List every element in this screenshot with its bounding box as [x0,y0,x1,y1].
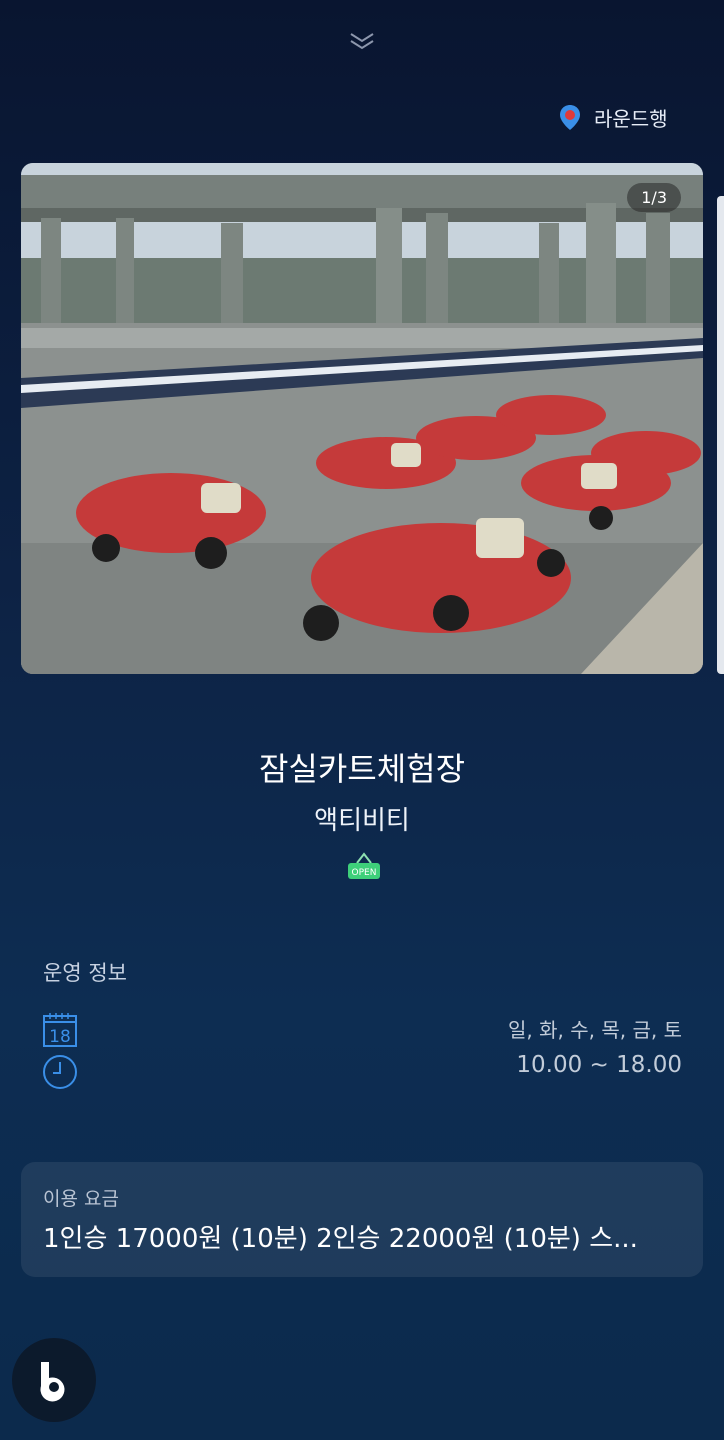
roundtrip-button[interactable]: 라운드행 [558,100,668,134]
fee-card[interactable]: 이용 요금 1인승 17000원 (10분) 2인승 22000원 (10분) … [21,1162,703,1277]
image-counter: 1/3 [627,183,681,212]
place-photo[interactable]: 1/3 [21,163,703,674]
operation-section-label: 운영 정보 [43,961,127,985]
open-sign-icon: OPEN [348,852,380,879]
calendar-icon: 18 [43,1013,77,1047]
bixby-button[interactable] [12,1338,96,1422]
collapse-chevron-icon[interactable] [349,30,375,52]
place-category: 액티비티 [314,806,410,836]
next-card-peek[interactable] [717,196,724,674]
bixby-icon [40,1362,65,1402]
operating-days: 일, 화, 수, 목, 금, 토 [508,1018,682,1042]
fee-label: 이용 요금 [43,1188,119,1210]
clock-icon [43,1055,77,1089]
calendar-day: 18 [49,1027,71,1047]
fee-value: 1인승 17000원 (10분) 2인승 22000원 (10분) 스... [43,1224,638,1254]
place-title: 잠실카트체험장 [258,750,466,788]
open-sign-text: OPEN [352,868,377,878]
roundtrip-label: 라운드행 [594,106,668,131]
location-pin-icon [560,105,580,130]
operating-hours: 10.00 ~ 18.00 [516,1052,682,1078]
